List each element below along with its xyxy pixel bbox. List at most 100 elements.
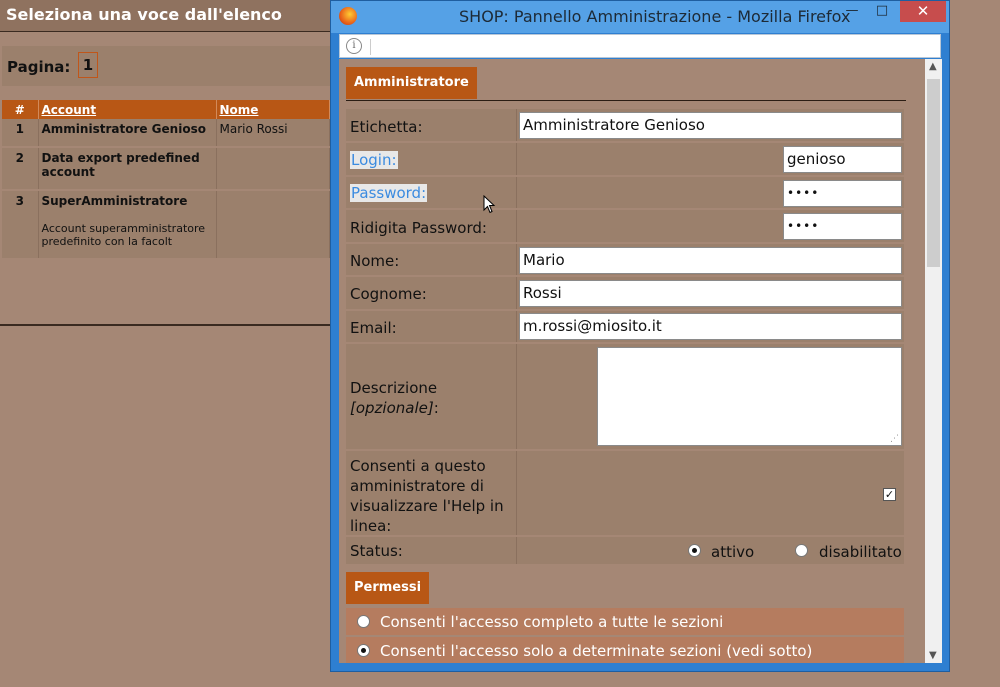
login-input[interactable]: genioso [783,146,902,173]
resize-grip-icon[interactable]: ⋰ [890,434,899,444]
column-header-account[interactable]: Account [38,100,217,119]
window-title: SHOP: Pannello Amministrazione - Mozilla… [459,7,851,26]
ridigita-password-input[interactable]: •••• [783,213,902,240]
row-index: 3 [2,190,39,260]
column-separator [516,177,517,208]
divider [0,324,330,326]
descrizione-label: Descrizione [opzionale]: [350,378,439,418]
password-input[interactable]: •••• [783,180,902,207]
row-index: 2 [2,147,39,191]
column-header-index: # [2,100,39,119]
etichetta-label: Etichetta: [350,118,423,136]
column-separator [516,143,517,175]
login-label: Login: [350,151,398,169]
nome-label: Nome: [350,252,400,270]
optional-marker: [opzionale] [350,399,434,417]
list-panel-title: Seleziona una voce dall'elenco [6,5,282,24]
permission-restricted-label[interactable]: Consenti l'accesso solo a determinate se… [380,642,812,660]
email-label: Email: [350,319,397,337]
row-name [216,147,330,191]
vertical-scrollbar[interactable]: ▲ ▼ [925,59,942,663]
list-panel-header: Seleziona una voce dall'elenco [0,0,330,32]
form-row-ridigita-password: Ridigita Password: •••• [346,210,904,244]
pagination-label: Pagina: [7,58,71,76]
email-input[interactable]: m.rossi@miosito.it [519,313,902,340]
column-separator [516,344,517,449]
scroll-up-icon[interactable]: ▲ [929,61,937,72]
table-row[interactable]: 2 Data export predefined account [2,147,330,191]
descrizione-label-text: Descrizione [350,379,438,397]
section-tab-permessi: Permessi [346,572,430,604]
section-tab-amministratore: Amministratore [346,67,477,99]
form-row-descrizione: Descrizione [opzionale]: ⋰ [346,344,904,451]
help-label: Consenti a questo amministratore di visu… [350,457,504,535]
permission-full-label[interactable]: Consenti l'accesso completo a tutte le s… [380,613,723,631]
form-row-login: Login: genioso [346,143,904,177]
close-button[interactable]: ✕ [900,1,946,22]
cognome-label: Cognome: [350,285,427,303]
row-index: 1 [2,119,39,148]
scroll-down-icon[interactable]: ▼ [929,650,937,661]
account-name: Amministratore Genioso [41,122,206,136]
nome-input[interactable]: Mario [519,247,902,274]
table-row[interactable]: 1 Amministratore Genioso Mario Rossi [2,119,330,148]
status-disabilitato-label[interactable]: disabilitato [819,543,902,561]
accounts-table: # Account Nome 1 Amministratore Genioso … [2,100,330,260]
etichetta-input[interactable]: Amministratore Genioso [519,112,902,139]
sort-by-name-link[interactable]: Nome [220,103,259,117]
column-separator [516,210,517,242]
account-name: Data export predefined account [41,151,200,179]
table-header-row: # Account Nome [2,100,330,119]
row-account[interactable]: SuperAmministratore Account superamminis… [38,190,217,260]
row-name: Mario Rossi [216,119,330,148]
firefox-logo-icon [339,7,357,25]
column-separator [516,311,517,342]
form-row-status: Status: attivo disabilitato [346,537,904,566]
permission-full-radio[interactable] [357,615,370,628]
url-separator [370,39,371,55]
column-separator [516,451,517,535]
form-row-email: Email: m.rossi@miosito.it [346,311,904,344]
page-content: Amministratore Etichetta: Amministratore… [339,59,942,663]
status-attivo-radio[interactable] [688,544,701,557]
pagination: Pagina: 1 [2,46,330,86]
descrizione-textarea[interactable]: ⋰ [597,347,902,446]
info-icon[interactable]: i [346,38,362,54]
permission-option-restricted[interactable]: Consenti l'accesso solo a determinate se… [346,637,904,663]
table-row[interactable]: 3 SuperAmministratore Account superammin… [2,190,330,260]
status-label: Status: [350,542,403,560]
column-header-name[interactable]: Nome [216,100,330,119]
section-divider [346,100,906,101]
sort-by-account-link[interactable]: Account [42,103,97,117]
page-number-button[interactable]: 1 [78,52,98,78]
descrizione-label-colon: : [433,399,439,417]
column-separator [516,277,517,309]
form-row-password: Password: •••• [346,177,904,210]
column-separator [516,537,517,564]
password-label: Password: [350,184,428,202]
row-name [216,190,330,260]
form-row-help: Consenti a questo amministratore di visu… [346,451,904,537]
status-attivo-label[interactable]: attivo [711,543,754,561]
form-row-cognome: Cognome: Rossi [346,277,904,311]
account-name: SuperAmministratore [41,194,188,208]
status-disabilitato-radio[interactable] [795,544,808,557]
form-row-nome: Nome: Mario [346,244,904,277]
form-row-etichetta: Etichetta: Amministratore Genioso [346,109,904,143]
column-separator [516,109,517,141]
permission-restricted-radio[interactable] [357,644,370,657]
row-account[interactable]: Data export predefined account [38,147,217,191]
firefox-window: SHOP: Pannello Amministrazione - Mozilla… [330,0,950,672]
permission-option-full[interactable]: Consenti l'accesso completo a tutte le s… [346,608,904,635]
mouse-cursor-icon [483,195,496,214]
cognome-input[interactable]: Rossi [519,280,902,307]
url-bar[interactable]: i [339,34,941,58]
maximize-button[interactable]: □ [869,1,895,22]
row-account[interactable]: Amministratore Genioso [38,119,217,148]
window-titlebar[interactable]: SHOP: Pannello Amministrazione - Mozilla… [331,1,949,33]
minimize-button[interactable]: — [839,1,865,22]
column-separator [516,244,517,275]
help-checkbox[interactable]: ✓ [883,488,896,501]
account-description: Account superamministratore predefinito … [41,222,206,248]
scrollbar-thumb[interactable] [927,79,940,267]
